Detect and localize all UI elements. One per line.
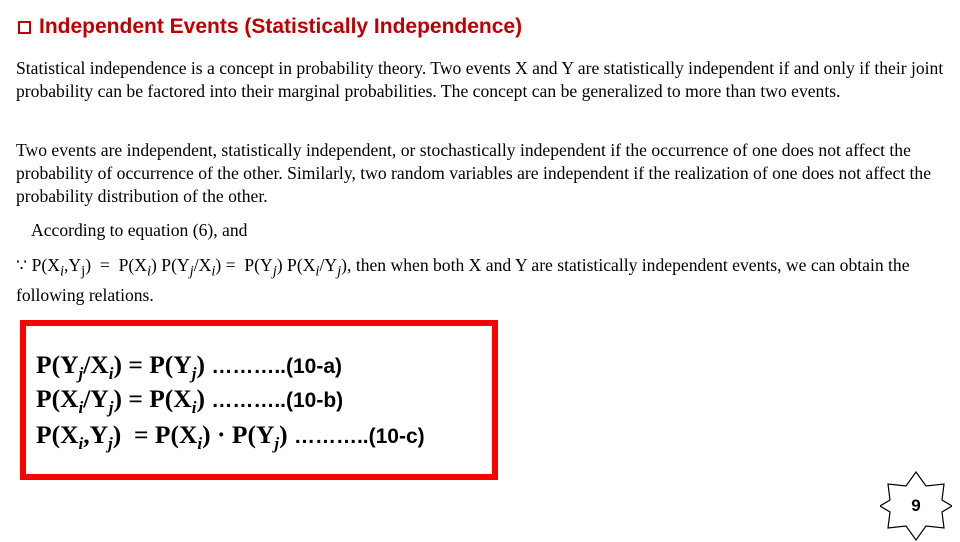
equation-10c-formula: P(Xi,Yj) = P(Xi) · P(Yj) xyxy=(36,420,294,454)
equation-box: P(Yj/Xi) = P(Yj) ………..(10-a) P(Xi/Yj) = … xyxy=(20,320,498,480)
equation-10b-formula: P(Xi/Yj) = P(Xi) xyxy=(36,384,212,418)
equation-10c: P(Xi,Yj) = P(Xi) · P(Yj) ………..(10-c) xyxy=(36,420,425,459)
checkbox-bullet-icon xyxy=(18,20,31,34)
paragraph-relation: ∵ P(Xi,Yj) = P(Xi) P(Yj/Xi) = P(Yj) P(Xi… xyxy=(16,254,944,307)
paragraph-explanation: Two events are independent, statisticall… xyxy=(16,140,932,206)
equation-10a-formula: P(Yj/Xi) = P(Yj) xyxy=(36,350,212,384)
equation-10c-tag: ………..(10-c) xyxy=(293,425,425,448)
paragraph-definition: Statistical independence is a concept in… xyxy=(16,58,944,101)
equation-10b: P(Xi/Yj) = P(Xi) ………..(10-b) xyxy=(36,384,343,423)
math-relation: ∵ P(Xi,Yj) = P(Xi) P(Yj/Xi) = P(Yj) P(Xi… xyxy=(16,255,348,280)
page-number: 9 xyxy=(911,496,921,515)
paragraph-according: According to equation (6), and xyxy=(31,220,248,240)
slide-title-text: Independent Events (Statistically Indepe… xyxy=(39,15,523,38)
equation-10a-tag: ………..(10-a) xyxy=(211,355,343,378)
slide-title: Independent Events (Statistically Indepe… xyxy=(18,15,522,39)
equation-10b-tag: ………..(10-b) xyxy=(211,389,344,412)
